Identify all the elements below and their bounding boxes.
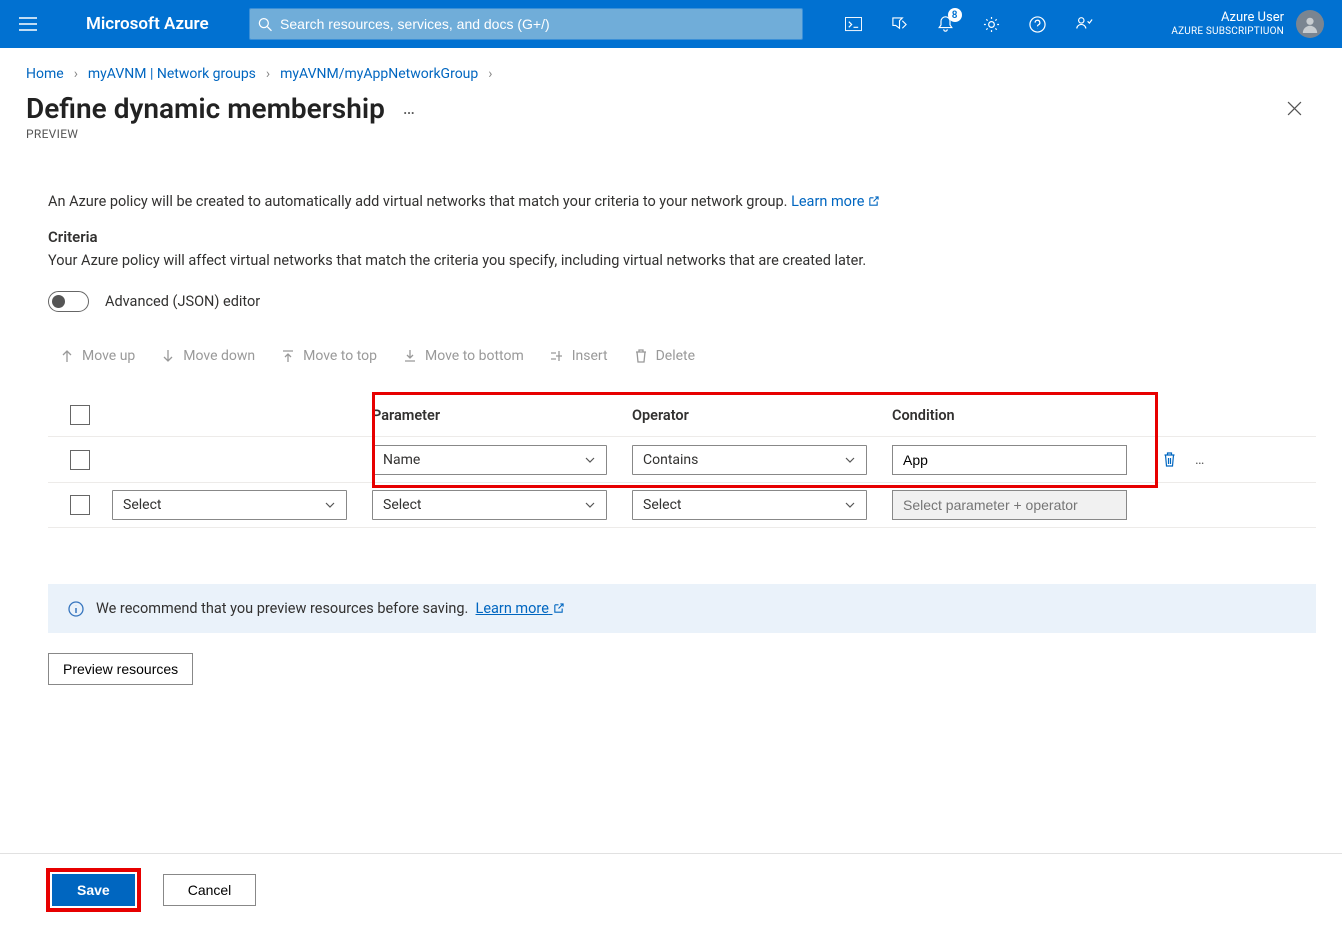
breadcrumb-item[interactable]: myAVNM | Network groups (88, 66, 256, 82)
criteria-table-header: Parameter Operator Condition (48, 394, 1316, 436)
condition-input[interactable] (892, 445, 1127, 475)
chevron-right-icon: › (266, 66, 270, 82)
directories-icon[interactable] (877, 4, 923, 44)
delete-button[interactable]: Delete (634, 348, 695, 364)
info-box-text: We recommend that you preview resources … (96, 600, 564, 617)
criteria-table: Parameter Operator Condition Name Contai… (48, 394, 1316, 528)
header-user-area[interactable]: Azure User AZURE SUBSCRIPTIUON (1171, 10, 1334, 38)
criteria-action-bar: Move up Move down Move to top Move to bo… (48, 348, 1316, 384)
column-operator: Operator (632, 407, 892, 424)
feedback-icon[interactable] (1061, 4, 1107, 44)
advanced-editor-toggle-label: Advanced (JSON) editor (105, 293, 260, 310)
notification-badge: 8 (948, 8, 962, 22)
criteria-label: Criteria (48, 228, 1316, 246)
breadcrumb-item[interactable]: myAVNM/myAppNetworkGroup (280, 66, 478, 82)
criteria-row: Select Select Select (48, 482, 1316, 528)
row-actions: … (1162, 452, 1206, 468)
criteria-desc: Your Azure policy will affect virtual ne… (48, 252, 1316, 269)
preview-tag: PREVIEW (0, 127, 1342, 155)
info-learn-more-link[interactable]: Learn more (476, 600, 564, 617)
operator-select[interactable]: Contains (632, 445, 867, 475)
notifications-icon[interactable]: 8 (923, 4, 969, 44)
user-subscription: AZURE SUBSCRIPTIUON (1171, 26, 1284, 38)
preview-resources-button[interactable]: Preview resources (48, 653, 193, 685)
close-icon[interactable] (1279, 93, 1310, 124)
move-down-button[interactable]: Move down (161, 348, 255, 364)
move-to-top-button[interactable]: Move to top (281, 348, 377, 364)
user-name: Azure User (1171, 10, 1284, 26)
intro-text: An Azure policy will be created to autom… (48, 193, 1316, 210)
breadcrumb-item[interactable]: Home (26, 66, 64, 82)
content-area: An Azure policy will be created to autom… (0, 155, 1342, 685)
insert-button[interactable]: Insert (550, 348, 608, 364)
search-icon (258, 17, 272, 32)
top-header: Microsoft Azure 8 Azure User AZURE SUBSC… (0, 0, 1342, 48)
chevron-right-icon: › (74, 66, 78, 82)
settings-icon[interactable] (969, 4, 1015, 44)
breadcrumb: Home › myAVNM | Network groups › myAVNM/… (0, 48, 1342, 88)
parameter-select[interactable]: Select (372, 490, 607, 520)
select-all-checkbox[interactable] (70, 405, 90, 425)
search-input[interactable] (280, 16, 794, 32)
advanced-editor-toggle[interactable] (48, 291, 89, 312)
title-row: Define dynamic membership … (0, 88, 1342, 127)
row-more-icon[interactable]: … (1195, 452, 1206, 468)
row-checkbox[interactable] (70, 450, 90, 470)
help-icon[interactable] (1015, 4, 1061, 44)
footer-bar: Save Cancel (0, 853, 1342, 926)
move-up-button[interactable]: Move up (60, 348, 135, 364)
advanced-editor-toggle-row: Advanced (JSON) editor (48, 291, 1316, 312)
more-icon[interactable]: … (403, 98, 416, 119)
hamburger-menu-icon[interactable] (8, 4, 48, 44)
header-icon-group: 8 (831, 4, 1107, 44)
avatar-icon[interactable] (1296, 10, 1324, 38)
preview-info-box: We recommend that you preview resources … (48, 584, 1316, 633)
andor-select[interactable]: Select (112, 490, 347, 520)
move-to-bottom-button[interactable]: Move to bottom (403, 348, 524, 364)
brand-label[interactable]: Microsoft Azure (86, 14, 209, 34)
page-title: Define dynamic membership (26, 92, 385, 125)
info-icon (68, 601, 84, 617)
condition-input (892, 490, 1127, 520)
operator-select[interactable]: Select (632, 490, 867, 520)
user-info: Azure User AZURE SUBSCRIPTIUON (1171, 10, 1284, 38)
delete-row-icon[interactable] (1162, 452, 1177, 468)
column-condition: Condition (892, 407, 1132, 424)
cloud-shell-icon[interactable] (831, 4, 877, 44)
parameter-select[interactable]: Name (372, 445, 607, 475)
highlight-box: Save (46, 868, 141, 912)
save-button[interactable]: Save (52, 874, 135, 906)
row-checkbox[interactable] (70, 495, 90, 515)
search-box[interactable] (249, 8, 803, 40)
criteria-row: Name Contains … (48, 436, 1316, 482)
learn-more-link[interactable]: Learn more (791, 193, 879, 210)
column-parameter: Parameter (372, 407, 632, 424)
chevron-right-icon: › (488, 66, 492, 82)
cancel-button[interactable]: Cancel (163, 874, 257, 906)
